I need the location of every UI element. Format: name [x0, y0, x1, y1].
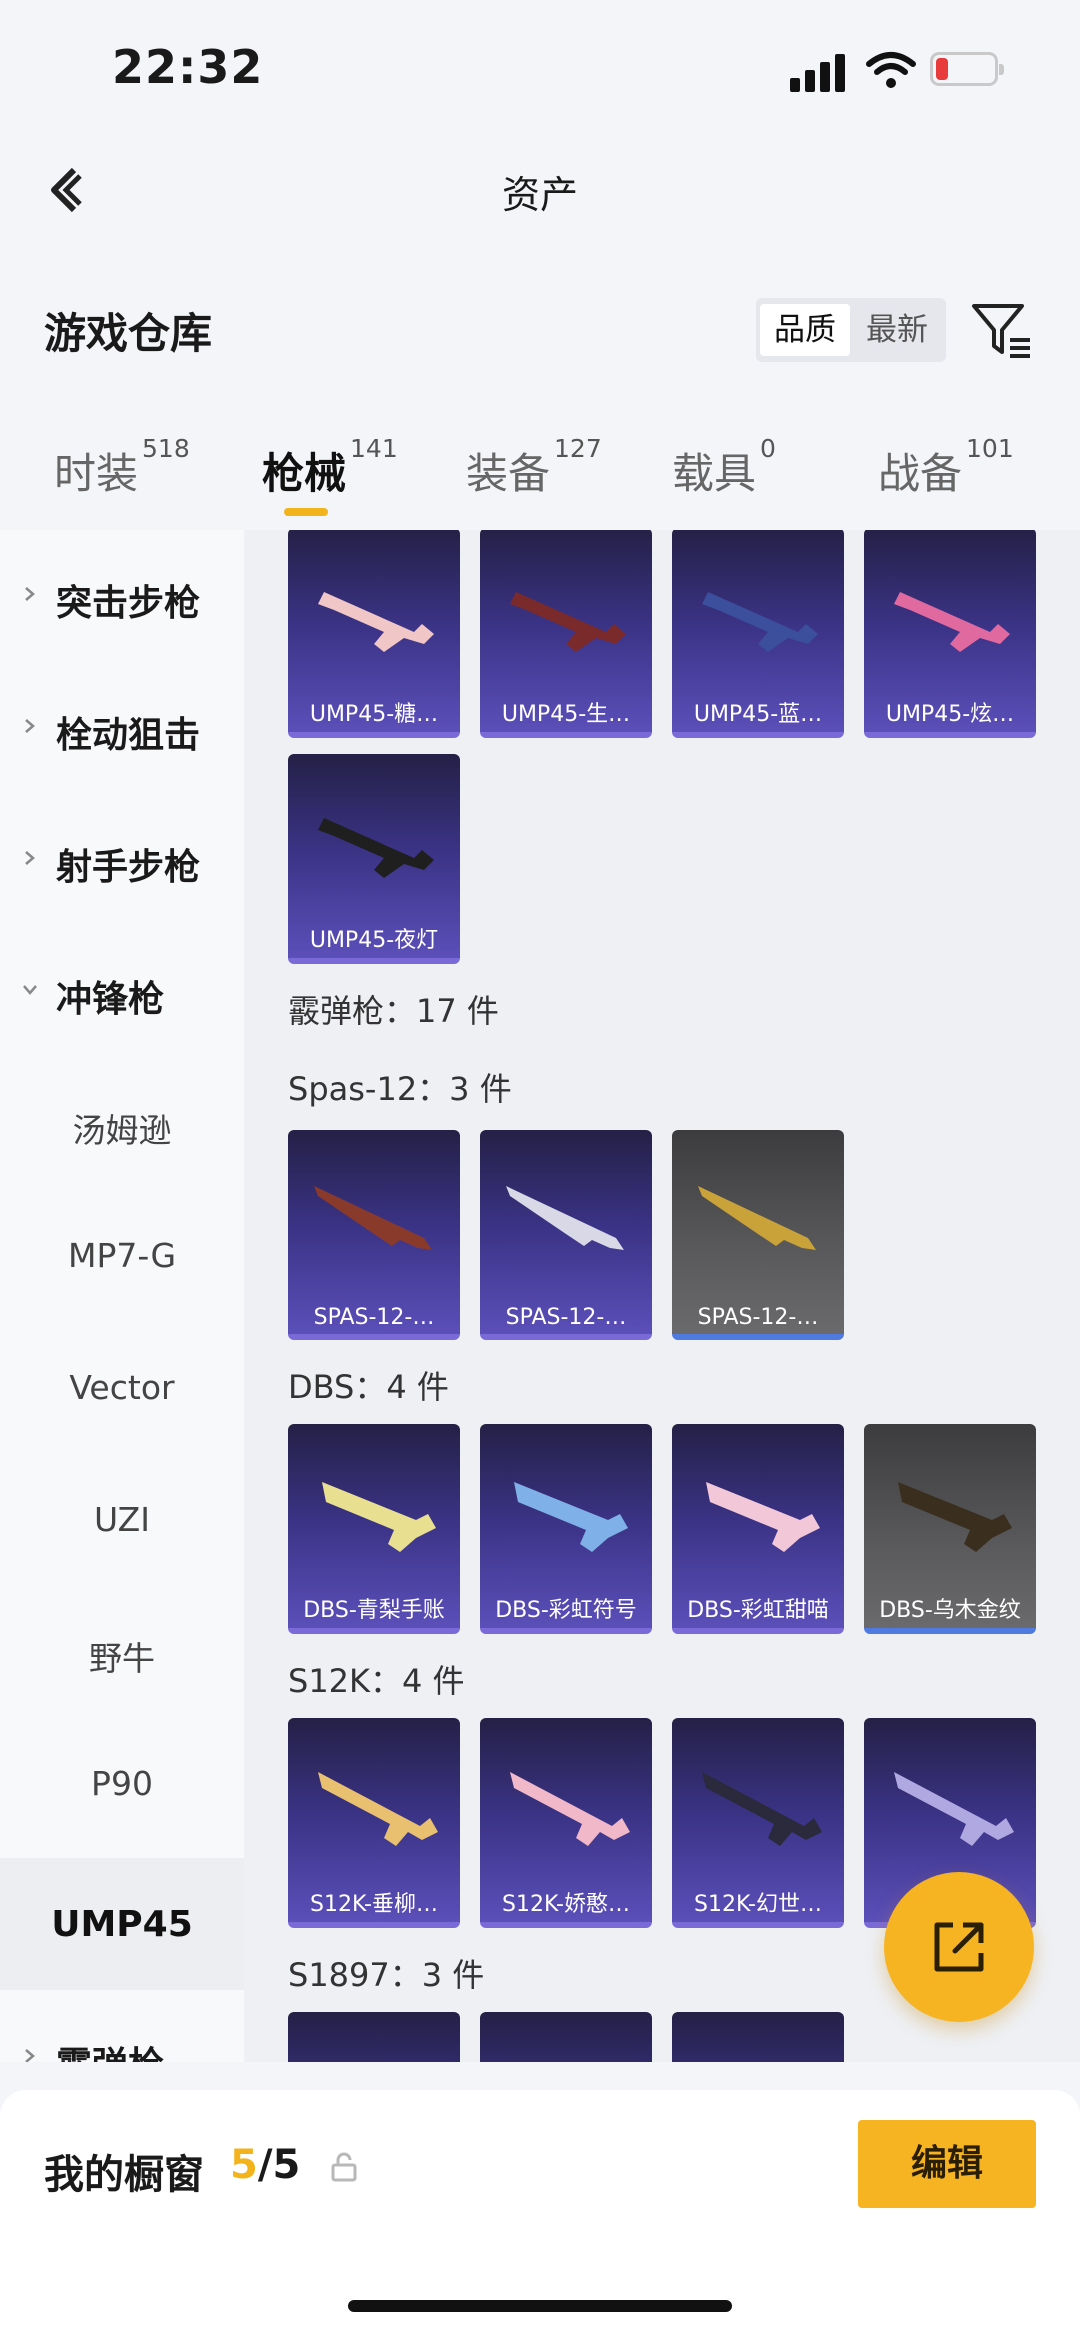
sidebar-sub-vector[interactable]: Vector: [0, 1322, 244, 1454]
section-header-spas12: Spas-12：3 件: [288, 1070, 512, 1108]
sidebar-item-shotguns[interactable]: 霰弹枪: [0, 1992, 244, 2062]
item-card[interactable]: DBS-青梨手账: [288, 1424, 460, 1634]
showcase-count: 5/5: [230, 2142, 301, 2188]
item-card[interactable]: [288, 2012, 460, 2062]
item-card[interactable]: UMP45-蓝…: [672, 530, 844, 738]
shotgun-icon: [514, 1482, 628, 1552]
item-card[interactable]: UMP45-夜灯: [288, 754, 460, 964]
tab-vehicles[interactable]: 载具0: [672, 434, 776, 501]
smg-icon: [318, 818, 434, 878]
item-card[interactable]: DBS-彩虹符号: [480, 1424, 652, 1634]
share-icon: [934, 1922, 984, 1972]
category-tabs: 时装518 枪械141 装备127 载具0 战备101: [0, 420, 1080, 530]
section-header-s12k: S12K：4 件: [288, 1662, 465, 1700]
warehouse-title: 游戏仓库: [44, 309, 213, 358]
item-card[interactable]: S12K-垂柳…: [288, 1718, 460, 1928]
sidebar-item-bolt-snipers[interactable]: 栓动狙击: [0, 662, 244, 794]
shotgun-icon: [702, 1772, 822, 1846]
item-card[interactable]: SPAS-12-…: [480, 1130, 652, 1340]
page-title: 资产: [501, 173, 578, 217]
chevron-right-icon: [25, 719, 35, 733]
edit-button[interactable]: 编辑: [858, 2120, 1036, 2208]
shotgun-icon: [898, 1482, 1012, 1552]
sort-toggle: 品质 最新: [756, 298, 946, 362]
chevron-down-icon: [23, 985, 37, 995]
tab-firearms[interactable]: 枪械141: [262, 434, 398, 501]
nav-bar: 资产: [0, 140, 1080, 240]
chevron-right-icon: [25, 587, 35, 601]
weapon-category-sidebar: 突击步枪 栓动狙击 射手步枪 冲锋枪 汤姆逊 MP7-G Vector UZI …: [0, 530, 244, 2062]
item-card[interactable]: DBS-乌木金纹: [864, 1424, 1036, 1634]
sort-quality-button[interactable]: 品质: [760, 304, 850, 356]
chevron-right-icon: [25, 851, 35, 865]
tab-equipment[interactable]: 装备127: [466, 434, 602, 501]
chevron-right-icon: [25, 2049, 35, 2062]
item-card[interactable]: [480, 2012, 652, 2062]
home-indicator: [348, 2300, 732, 2312]
item-grid: UMP45-糖… UMP45-生… UMP45-蓝… UMP45-炫… UMP4…: [244, 530, 1080, 2062]
shotgun-icon: [314, 1186, 432, 1250]
sidebar-sub-bison[interactable]: 野牛: [0, 1586, 244, 1718]
item-card[interactable]: [672, 2012, 844, 2062]
item-card[interactable]: SPAS-12-…: [672, 1130, 844, 1340]
section-header-shotguns: 霰弹枪：17 件: [288, 992, 499, 1030]
sort-latest-button[interactable]: 最新: [852, 304, 942, 356]
sidebar-sub-ump45[interactable]: UMP45: [0, 1858, 244, 1990]
shotgun-icon: [698, 1186, 816, 1250]
lock-icon: [331, 2152, 357, 2182]
shotgun-icon: [510, 1772, 630, 1846]
tab-outfits[interactable]: 时装518: [54, 434, 190, 501]
smg-icon: [318, 592, 434, 652]
sidebar-item-assault-rifles[interactable]: 突击步枪: [0, 530, 244, 662]
filter-icon[interactable]: [970, 298, 1034, 362]
shotgun-icon: [894, 1772, 1014, 1846]
item-card[interactable]: UMP45-生…: [480, 530, 652, 738]
smg-icon: [702, 592, 818, 652]
smg-icon: [894, 592, 1010, 652]
section-header-s1897: S1897：3 件: [288, 1956, 485, 1994]
active-tab-indicator: [284, 508, 328, 516]
sidebar-sub-thompson[interactable]: 汤姆逊: [0, 1058, 244, 1190]
sidebar-sub-uzi[interactable]: UZI: [0, 1454, 244, 1586]
shotgun-icon: [506, 1186, 624, 1250]
signal-icon: [790, 52, 846, 92]
smg-icon: [510, 592, 626, 652]
wifi-icon: [866, 52, 916, 88]
sidebar-item-marksman-rifles[interactable]: 射手步枪: [0, 794, 244, 926]
status-bar: 22:32: [0, 0, 1080, 140]
section-header-dbs: DBS：4 件: [288, 1368, 449, 1406]
tab-supplies[interactable]: 战备101: [878, 434, 1014, 501]
warehouse-header: 游戏仓库 品质 最新: [0, 270, 1080, 390]
share-fab-button[interactable]: [884, 1872, 1034, 2022]
item-card[interactable]: S12K-幻世…: [672, 1718, 844, 1928]
shotgun-icon: [706, 1482, 820, 1552]
showcase-label: 我的橱窗: [44, 2152, 204, 2198]
item-card[interactable]: UMP45-炫…: [864, 530, 1036, 738]
shotgun-icon: [322, 1482, 436, 1552]
item-card[interactable]: SPAS-12-…: [288, 1130, 460, 1340]
shotgun-icon: [318, 1772, 438, 1846]
status-time: 22:32: [112, 40, 264, 94]
battery-icon: [930, 52, 1004, 86]
item-card[interactable]: S12K-娇憨…: [480, 1718, 652, 1928]
sidebar-sub-mp7g[interactable]: MP7-G: [0, 1190, 244, 1322]
item-card[interactable]: DBS-彩虹甜喵: [672, 1424, 844, 1634]
sidebar-item-smgs[interactable]: 冲锋枪: [0, 926, 244, 1058]
item-card[interactable]: UMP45-糖…: [288, 530, 460, 738]
sidebar-sub-p90[interactable]: P90: [0, 1718, 244, 1850]
